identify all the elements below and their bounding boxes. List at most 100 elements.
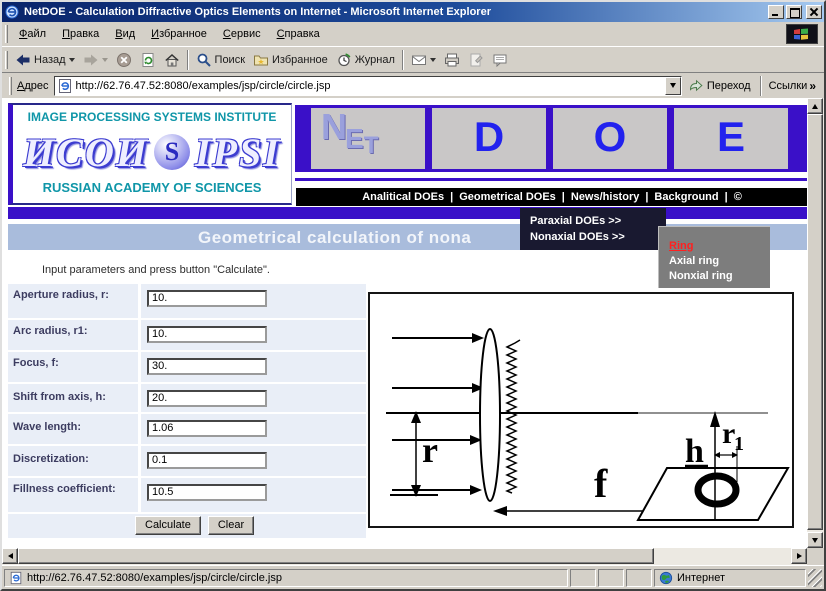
favorites-button[interactable]: Избранное <box>249 49 332 71</box>
ipsi-logo-block[interactable]: IMAGE PROCESSING SYSTEMS INSTITUTE ИСОИ … <box>8 103 292 205</box>
address-input[interactable]: http://62.76.47.52:8080/examples/jsp/cir… <box>53 75 682 96</box>
doe-zigzag <box>505 339 521 494</box>
print-button[interactable] <box>440 49 464 71</box>
address-dropdown-button[interactable] <box>664 76 681 95</box>
refresh-button[interactable] <box>136 49 160 71</box>
links-button[interactable]: Ссылки » <box>765 79 820 93</box>
calculate-button[interactable]: Calculate <box>135 516 201 535</box>
form-row-aperture-radius: Aperture radius, r: <box>8 284 366 318</box>
form-row-shift: Shift from axis, h: <box>8 384 366 412</box>
label-shift-h: h <box>685 433 704 470</box>
status-message-panel: http://62.76.47.52:8080/examples/jsp/cir… <box>4 569 568 587</box>
scrollbar-corner <box>807 548 824 565</box>
chevron-down-icon <box>669 83 676 91</box>
field-label: Arc radius, r1: <box>8 320 138 350</box>
scroll-left-button[interactable] <box>2 548 18 564</box>
horizontal-scroll-thumb[interactable] <box>18 548 654 564</box>
label-arc-radius-sub: 1 <box>734 433 744 455</box>
menu-item-nonxial-ring[interactable]: Nonxial ring <box>669 269 770 284</box>
field-cell <box>141 478 366 512</box>
wave-length-input[interactable] <box>147 419 267 437</box>
menubar-grip[interactable] <box>5 25 8 43</box>
institute-name: IMAGE PROCESSING SYSTEMS INSTITUTE <box>27 110 277 124</box>
address-url[interactable]: http://62.76.47.52:8080/examples/jsp/cir… <box>76 80 665 92</box>
form-row-arc-radius: Arc radius, r1: <box>8 320 366 350</box>
forward-button[interactable] <box>79 49 112 71</box>
arc-radius-input[interactable] <box>147 325 267 343</box>
links-chevron-icon[interactable]: » <box>809 79 816 93</box>
menu-bar: Файл Правка Вид Избранное Сервис Справка <box>2 22 824 46</box>
go-button[interactable]: Переход <box>682 75 757 97</box>
field-label: Fillness coefficient: <box>8 478 138 512</box>
nav-analitical-does[interactable]: Analitical DOEs <box>362 191 444 203</box>
menu-favorites[interactable]: Избранное <box>143 25 215 43</box>
address-label: Адрес <box>17 79 49 92</box>
form-row-focus: Focus, f: <box>8 352 366 382</box>
netdoe-cell-o: O <box>553 108 667 169</box>
field-cell <box>141 414 366 444</box>
menu-view[interactable]: Вид <box>107 25 143 43</box>
vertical-scroll-thumb[interactable] <box>807 114 823 530</box>
fillness-coefficient-input[interactable] <box>147 483 267 501</box>
netdoe-cell-net: NET <box>311 106 425 169</box>
back-dropdown-caret[interactable] <box>68 58 75 65</box>
menu-item-nonaxial-does[interactable]: Nonaxial DOEs >> <box>530 229 666 245</box>
page-content: IMAGE PROCESSING SYSTEMS INSTITUTE ИСОИ … <box>2 98 824 548</box>
menu-file[interactable]: Файл <box>11 25 54 43</box>
menu-help[interactable]: Справка <box>269 25 328 43</box>
history-label: Журнал <box>354 53 395 66</box>
ie-logo-icon <box>5 5 19 19</box>
close-button[interactable] <box>806 5 822 19</box>
shift-from-axis-input[interactable] <box>147 389 267 407</box>
horizontal-scrollbar[interactable] <box>2 548 807 565</box>
discretization-input[interactable] <box>147 451 267 469</box>
addressbar-grip[interactable] <box>9 76 12 95</box>
mail-icon <box>411 55 426 65</box>
menu-tools[interactable]: Сервис <box>215 25 269 43</box>
search-button[interactable]: Поиск <box>192 49 249 71</box>
menu-item-paraxial-does[interactable]: Paraxial DOEs >> <box>530 213 666 229</box>
nav-news-history[interactable]: News/history <box>571 191 639 203</box>
mail-dropdown-caret[interactable] <box>429 58 436 65</box>
page-ie-icon <box>58 78 71 93</box>
optical-scheme-diagram: r f h r 1 <box>368 292 794 528</box>
resize-grip[interactable] <box>808 569 822 587</box>
menu-edit[interactable]: Правка <box>54 25 107 43</box>
favorites-label: Избранное <box>272 53 328 66</box>
net-letter-n: N <box>321 106 347 147</box>
windows-flag-icon <box>794 28 808 40</box>
home-button[interactable] <box>160 49 184 71</box>
nav-copyright[interactable]: © <box>734 191 742 203</box>
netdoe-cell-e: E <box>674 108 788 169</box>
nav-background[interactable]: Background <box>654 191 718 203</box>
scroll-down-button[interactable] <box>807 532 823 548</box>
forward-dropdown-caret[interactable] <box>101 58 108 65</box>
back-button[interactable]: Назад <box>11 49 79 71</box>
stop-button[interactable] <box>112 49 136 71</box>
purple-divider-bar <box>8 207 808 219</box>
discuss-button[interactable] <box>488 49 512 71</box>
form-row-fillness: Fillness coefficient: <box>8 478 366 512</box>
clear-button[interactable]: Clear <box>207 516 255 535</box>
history-button[interactable]: Журнал <box>332 49 399 71</box>
browser-window: NetDOE - Calculation Diffractive Optics … <box>0 0 826 591</box>
focus-input[interactable] <box>147 357 267 375</box>
field-cell <box>141 352 366 382</box>
vertical-scrollbar[interactable] <box>807 98 824 548</box>
aperture-radius-input[interactable] <box>147 289 267 307</box>
scroll-right-button[interactable] <box>791 548 807 564</box>
maximize-button[interactable] <box>786 5 802 19</box>
menu-item-ring[interactable]: Ring <box>669 239 770 254</box>
mail-button[interactable] <box>407 49 440 71</box>
toolbar-grip[interactable] <box>5 50 8 69</box>
menu-item-axial-ring[interactable]: Axial ring <box>669 254 770 269</box>
field-label: Discretization: <box>8 446 138 476</box>
parameters-form: Aperture radius, r: Arc radius, r1: Focu… <box>8 284 366 538</box>
minimize-button[interactable] <box>768 5 784 19</box>
nav-geometrical-does[interactable]: Geometrical DOEs <box>459 191 556 203</box>
field-label: Shift from axis, h: <box>8 384 138 412</box>
scroll-up-button[interactable] <box>807 98 823 114</box>
edit-button[interactable] <box>464 49 488 71</box>
page-title: Geometrical calculation of nona <box>198 228 472 247</box>
discuss-icon <box>493 54 507 67</box>
